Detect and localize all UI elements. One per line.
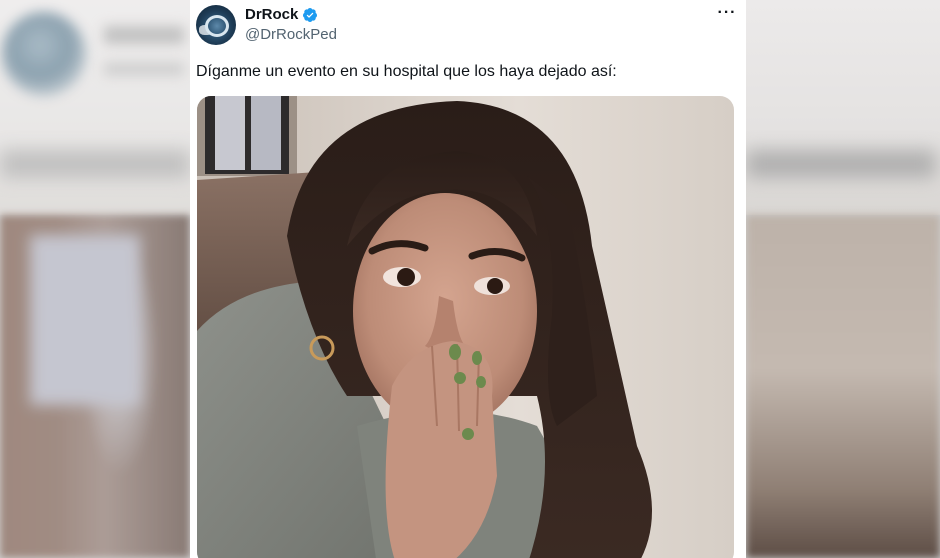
author-name[interactable]: DrRock: [245, 6, 298, 23]
tweet-photo[interactable]: [197, 96, 734, 558]
author-row: DrRock: [245, 6, 318, 23]
blurred-background-right: [746, 0, 940, 558]
blurred-background-left: [0, 0, 190, 558]
avatar[interactable]: [196, 5, 236, 45]
verified-badge-icon: [303, 7, 318, 22]
more-options-icon[interactable]: ···: [716, 4, 738, 26]
tweet-card: DrRock @DrRockPed ··· Díganme un evento …: [190, 0, 746, 558]
author-handle[interactable]: @DrRockPed: [245, 26, 337, 43]
tweet-text: Díganme un evento en su hospital que los…: [196, 63, 617, 80]
